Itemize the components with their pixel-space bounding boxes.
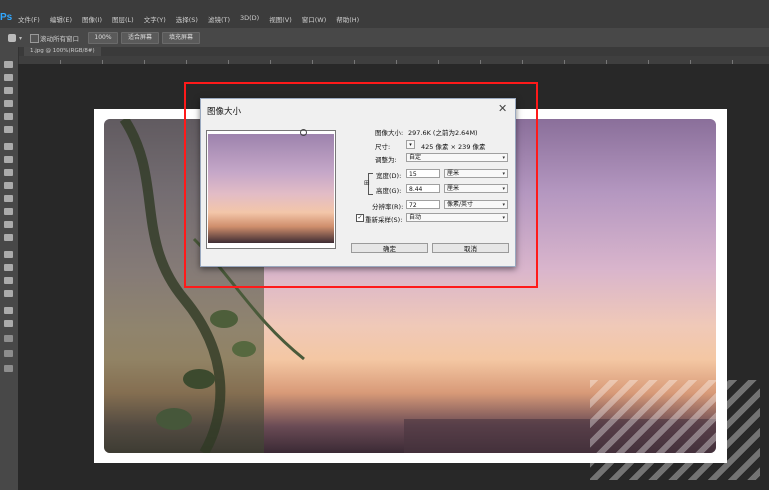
chevron-down-icon[interactable]: ▾ <box>19 35 22 42</box>
fill-screen-button[interactable]: 填充屏幕 <box>162 32 200 44</box>
menu-type[interactable]: 文字(Y) <box>144 14 166 24</box>
menu-edit[interactable]: 编辑(E) <box>50 14 72 24</box>
menu-layer[interactable]: 图层(L) <box>112 14 134 24</box>
dodge-tool-icon[interactable] <box>4 234 13 241</box>
menu-file[interactable]: 文件(F) <box>18 14 40 24</box>
zoom-100-button[interactable]: 100% <box>88 32 118 44</box>
eraser-tool-icon[interactable] <box>4 195 13 202</box>
zoom-tool-icon[interactable] <box>4 320 13 327</box>
history-brush-tool-icon[interactable] <box>4 182 13 189</box>
fit-screen-button[interactable]: 适合屏幕 <box>121 32 159 44</box>
document-tab-bar: 1.jpg @ 100%(RGB/8#) <box>18 47 769 56</box>
scroll-all-windows-label: 滚动所有窗口 <box>40 35 79 43</box>
options-bar: ▾ 滚动所有窗口 100% 适合屏幕 填充屏幕 <box>0 28 769 48</box>
menu-filter[interactable]: 滤镜(T) <box>208 14 230 24</box>
menu-window[interactable]: 窗口(W) <box>302 14 327 24</box>
color-swatches-icon[interactable] <box>4 335 13 342</box>
move-tool-icon[interactable] <box>4 61 13 68</box>
menu-view[interactable]: 视图(V) <box>269 14 292 24</box>
type-tool-icon[interactable] <box>4 264 13 271</box>
shape-tool-icon[interactable] <box>4 290 13 297</box>
gradient-tool-icon[interactable] <box>4 208 13 215</box>
photoshop-logo: Ps <box>0 12 13 23</box>
quick-mask-icon[interactable] <box>4 350 13 357</box>
menu-image[interactable]: 图像(I) <box>82 14 102 24</box>
quick-select-tool-icon[interactable] <box>4 100 13 107</box>
menu-help[interactable]: 帮助(H) <box>336 14 359 24</box>
screen-mode-icon[interactable] <box>4 365 13 372</box>
blur-tool-icon[interactable] <box>4 221 13 228</box>
menu-select[interactable]: 选择(S) <box>176 14 198 24</box>
scroll-all-windows-checkbox[interactable] <box>30 34 39 43</box>
eyedropper-tool-icon[interactable] <box>4 126 13 133</box>
hand-tool-icon[interactable] <box>8 34 16 42</box>
hand-tool-icon[interactable] <box>4 307 13 314</box>
tools-panel <box>0 47 19 490</box>
path-select-tool-icon[interactable] <box>4 277 13 284</box>
lasso-tool-icon[interactable] <box>4 87 13 94</box>
healing-tool-icon[interactable] <box>4 143 13 150</box>
watermark <box>590 380 760 480</box>
clone-stamp-tool-icon[interactable] <box>4 169 13 176</box>
marquee-tool-icon[interactable] <box>4 74 13 81</box>
menu-items: 文件(F) 编辑(E) 图像(I) 图层(L) 文字(Y) 选择(S) 滤镜(T… <box>18 14 359 24</box>
crop-tool-icon[interactable] <box>4 113 13 120</box>
brush-tool-icon[interactable] <box>4 156 13 163</box>
highlight-annotation-box <box>184 82 538 288</box>
document-tab[interactable]: 1.jpg @ 100%(RGB/8#) <box>24 47 101 56</box>
menu-3d[interactable]: 3D(D) <box>240 14 259 24</box>
menu-bar: Ps 文件(F) 编辑(E) 图像(I) 图层(L) 文字(Y) 选择(S) 滤… <box>0 0 769 28</box>
pen-tool-icon[interactable] <box>4 251 13 258</box>
